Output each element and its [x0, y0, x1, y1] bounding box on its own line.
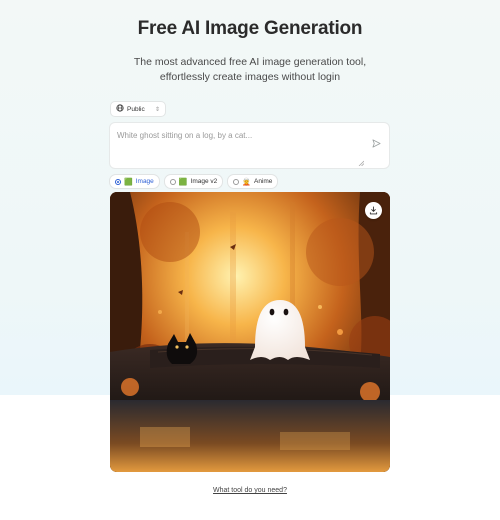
ghost-and-cat-illustration: [110, 192, 390, 472]
elf-icon: 🧝: [242, 178, 251, 186]
model-option-anime[interactable]: 🧝 Anime: [227, 174, 279, 189]
green-square-icon: 🟩: [178, 178, 188, 186]
send-button[interactable]: [368, 136, 384, 152]
send-icon: [371, 138, 381, 150]
radio-selected-icon: [115, 178, 121, 185]
page-title: Free AI Image Generation: [137, 18, 363, 39]
model-selector: 🟩 Image 🟩 Image v2 🧝 Anime: [109, 174, 279, 189]
model-label: Anime: [253, 178, 273, 185]
visibility-select[interactable]: Public ⇕: [110, 101, 166, 117]
tool-help-link[interactable]: What tool do you need?: [0, 487, 500, 494]
model-option-image-v2[interactable]: 🟩 Image v2: [163, 174, 224, 189]
download-button[interactable]: [365, 202, 382, 219]
download-icon: [369, 206, 378, 215]
radio-icon: [169, 178, 176, 185]
resize-handle-icon[interactable]: [358, 153, 365, 167]
model-option-image[interactable]: 🟩 Image: [109, 174, 160, 189]
model-label: Image v2: [190, 178, 218, 185]
globe-icon: [116, 104, 124, 114]
page-subtitle: The most advanced free AI image generati…: [133, 56, 367, 83]
radio-icon: [233, 178, 240, 185]
green-square-icon: 🟩: [124, 178, 133, 186]
prompt-box: [109, 122, 390, 169]
prompt-input[interactable]: [117, 131, 367, 161]
visibility-label: Public: [127, 105, 145, 113]
generated-image: [110, 192, 390, 472]
chevron-updown-icon: ⇕: [154, 106, 160, 113]
model-label: Image: [135, 178, 154, 185]
